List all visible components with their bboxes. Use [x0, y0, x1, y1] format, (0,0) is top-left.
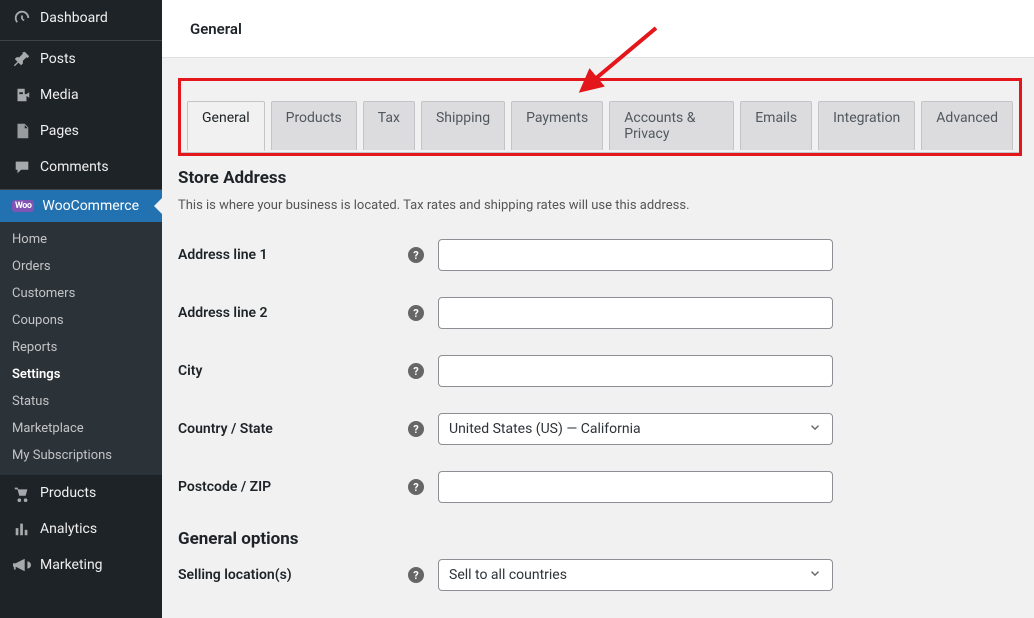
sidebar-sub-marketplace[interactable]: Marketplace — [0, 415, 162, 442]
tab-integration[interactable]: Integration — [818, 101, 915, 150]
sidebar-item-dashboard[interactable]: Dashboard — [0, 0, 162, 36]
row-address2: Address line 2 ? — [178, 297, 1022, 329]
tab-advanced[interactable]: Advanced — [921, 101, 1013, 150]
sidebar-item-label: Comments — [40, 159, 150, 175]
sidebar-item-label: Posts — [40, 51, 150, 67]
settings-tabs: General Products Tax Shipping Payments A… — [181, 83, 1019, 153]
row-address1: Address line 1 ? — [178, 239, 1022, 271]
postcode-input[interactable] — [438, 471, 833, 503]
address2-input[interactable] — [438, 297, 833, 329]
pages-icon — [12, 121, 32, 141]
sidebar-sub-orders[interactable]: Orders — [0, 253, 162, 280]
woocommerce-submenu: Home Orders Customers Coupons Reports Se… — [0, 222, 162, 475]
sidebar-item-products[interactable]: Products — [0, 475, 162, 511]
row-postcode: Postcode / ZIP ? — [178, 471, 1022, 503]
sidebar-item-woocommerce[interactable]: Woo WooCommerce — [0, 189, 162, 222]
sidebar-item-label: Marketing — [40, 557, 150, 573]
tab-emails[interactable]: Emails — [740, 101, 812, 150]
help-icon[interactable]: ? — [408, 567, 424, 583]
country-state-select[interactable]: United States (US) — California — [438, 413, 833, 445]
sidebar-item-label: Media — [40, 87, 150, 103]
sidebar-item-analytics[interactable]: Analytics — [0, 511, 162, 547]
help-icon[interactable]: ? — [408, 363, 424, 379]
row-country-state: Country / State ? United States (US) — C… — [178, 413, 1022, 445]
sidebar-sub-status[interactable]: Status — [0, 388, 162, 415]
media-icon — [12, 85, 32, 105]
tabs-highlight: General Products Tax Shipping Payments A… — [178, 78, 1022, 156]
address1-label: Address line 1 — [178, 247, 408, 263]
products-icon — [12, 483, 32, 503]
city-input[interactable] — [438, 355, 833, 387]
pin-icon — [12, 49, 32, 69]
tab-shipping[interactable]: Shipping — [421, 101, 505, 150]
megaphone-icon — [12, 555, 32, 575]
sidebar-sub-my-subscriptions[interactable]: My Subscriptions — [0, 442, 162, 469]
store-address-heading: Store Address — [178, 168, 1022, 188]
selling-locations-label: Selling location(s) — [178, 567, 408, 583]
sidebar-sub-coupons[interactable]: Coupons — [0, 307, 162, 334]
page-header: General — [162, 0, 1034, 58]
address2-label: Address line 2 — [178, 305, 408, 321]
general-options-heading: General options — [178, 529, 1022, 549]
sidebar-sub-settings[interactable]: Settings — [0, 361, 162, 388]
comments-icon — [12, 157, 32, 177]
sidebar-item-pages[interactable]: Pages — [0, 113, 162, 149]
sidebar-item-label: Products — [40, 485, 150, 501]
sidebar-item-posts[interactable]: Posts — [0, 40, 162, 77]
help-icon[interactable]: ? — [408, 247, 424, 263]
sidebar-item-marketing[interactable]: Marketing — [0, 547, 162, 583]
sidebar-item-comments[interactable]: Comments — [0, 149, 162, 185]
sidebar-sub-reports[interactable]: Reports — [0, 334, 162, 361]
page-title: General — [190, 20, 242, 38]
sidebar-item-label: Dashboard — [40, 10, 150, 26]
analytics-icon — [12, 519, 32, 539]
chevron-down-icon — [808, 566, 822, 584]
help-icon[interactable]: ? — [408, 421, 424, 437]
woocommerce-icon: Woo — [12, 200, 34, 212]
address1-input[interactable] — [438, 239, 833, 271]
help-icon[interactable]: ? — [408, 479, 424, 495]
postcode-label: Postcode / ZIP — [178, 479, 408, 495]
selling-locations-select[interactable]: Sell to all countries — [438, 559, 833, 591]
admin-sidebar: Dashboard Posts Media Pages Comments Woo… — [0, 0, 162, 618]
sidebar-item-label: Analytics — [40, 521, 150, 537]
sidebar-sub-customers[interactable]: Customers — [0, 280, 162, 307]
tab-general[interactable]: General — [187, 101, 265, 151]
sidebar-item-media[interactable]: Media — [0, 77, 162, 113]
tab-accounts-privacy[interactable]: Accounts & Privacy — [609, 101, 734, 150]
city-label: City — [178, 363, 408, 379]
sidebar-sub-home[interactable]: Home — [0, 226, 162, 253]
sidebar-item-label: WooCommerce — [42, 198, 150, 214]
country-state-label: Country / State — [178, 421, 408, 437]
help-icon[interactable]: ? — [408, 305, 424, 321]
tab-tax[interactable]: Tax — [363, 101, 415, 150]
tab-payments[interactable]: Payments — [511, 101, 603, 150]
main-panel: General General Products Tax Shipping Pa… — [162, 0, 1034, 618]
chevron-down-icon — [808, 420, 822, 438]
country-state-value: United States (US) — California — [449, 421, 641, 437]
gauge-icon — [12, 8, 32, 28]
selling-locations-value: Sell to all countries — [449, 567, 567, 583]
sidebar-item-label: Pages — [40, 123, 150, 139]
store-address-description: This is where your business is located. … — [178, 198, 1022, 213]
row-selling-locations: Selling location(s) ? Sell to all countr… — [178, 559, 1022, 591]
tab-products[interactable]: Products — [271, 101, 357, 150]
row-city: City ? — [178, 355, 1022, 387]
